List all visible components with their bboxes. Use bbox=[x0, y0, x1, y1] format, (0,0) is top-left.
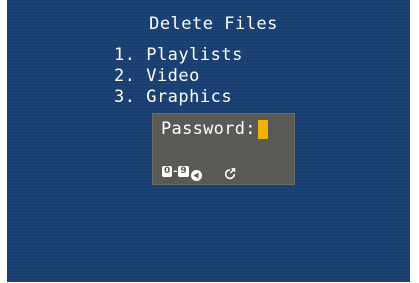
screen-title: Delete Files bbox=[149, 14, 278, 34]
text-cursor bbox=[257, 119, 268, 139]
delete-files-menu: 1. Playlists 2. Video 3. Graphics bbox=[114, 45, 243, 108]
digit-key-from: 0 bbox=[162, 165, 173, 177]
menu-item-playlists[interactable]: 1. Playlists bbox=[114, 45, 243, 66]
digit-key-to: 9 bbox=[178, 165, 189, 177]
button-hints: 0 - 9 bbox=[162, 165, 236, 181]
digit-range-separator: - bbox=[173, 165, 178, 177]
confirm-enter-icon[interactable] bbox=[224, 165, 236, 180]
password-label: Password: bbox=[161, 119, 256, 139]
password-field[interactable]: Password: bbox=[161, 119, 268, 139]
menu-item-graphics[interactable]: 3. Graphics bbox=[114, 87, 243, 108]
menu-item-video[interactable]: 2. Video bbox=[114, 66, 243, 87]
back-triangle-icon[interactable] bbox=[190, 166, 202, 181]
password-dialog: Password: 0 - 9 bbox=[152, 113, 295, 185]
